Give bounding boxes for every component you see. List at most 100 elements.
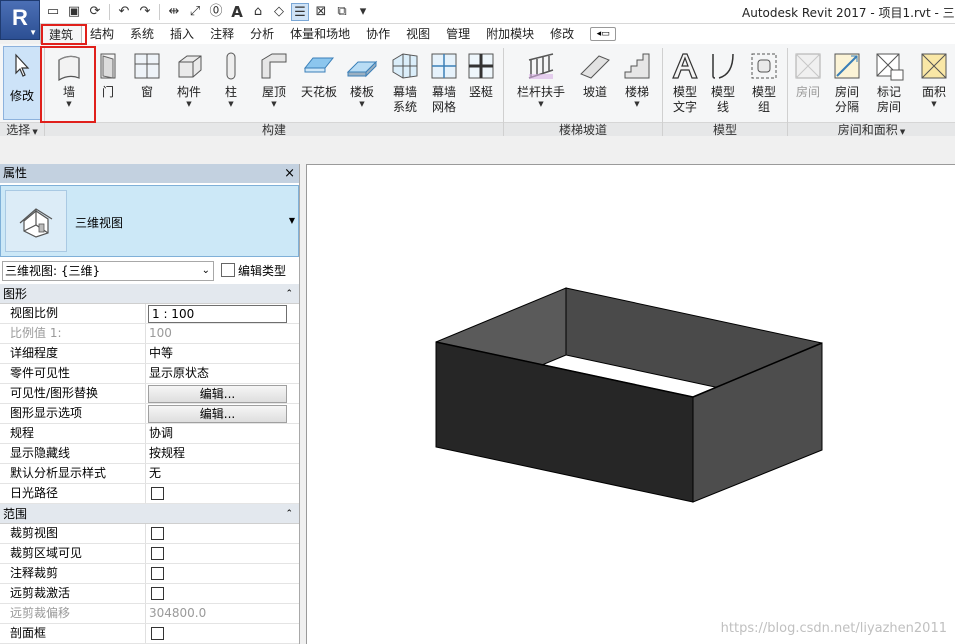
3d-viewport[interactable]: https://blog.csdn.net/liyazhen2011 [306, 164, 955, 644]
window-title: Autodesk Revit 2017 - 项目1.rvt - 三 [742, 6, 955, 20]
group-label: 图形 [3, 287, 28, 301]
property-row: 日光路径 [0, 484, 299, 504]
area-label: 面积 [921, 85, 946, 99]
panel-select[interactable]: 选择 ▼ [0, 122, 44, 137]
stair-label: 楼梯 [624, 85, 649, 99]
property-value[interactable]: 按规程 [146, 444, 299, 463]
property-name: 规程 [0, 424, 146, 443]
undo-icon[interactable]: ↶ [115, 3, 133, 21]
customize-icon[interactable]: ▾ [354, 3, 372, 21]
view-scale-input[interactable]: 1 : 100 [148, 305, 287, 323]
area-tool[interactable]: 面积 ▼ [914, 46, 954, 122]
sun-path-checkbox[interactable] [151, 487, 164, 500]
roof-tool[interactable]: 屋顶 ▼ [254, 46, 294, 122]
application-menu-button[interactable]: R ▼ [0, 0, 40, 40]
tag-room-tool[interactable]: 标记 房间 [870, 46, 908, 122]
property-value[interactable]: 协调 [146, 424, 299, 443]
model-line-tool[interactable]: 模型 线 [704, 46, 742, 122]
tab-manage[interactable]: 管理 [438, 24, 478, 44]
save-icon[interactable]: ▣ [65, 3, 83, 21]
property-row: 详细程度 中等 [0, 344, 299, 364]
property-name: 日光路径 [0, 484, 146, 503]
tab-insert[interactable]: 插入 [162, 24, 202, 44]
property-value[interactable]: 显示原状态 [146, 364, 299, 383]
curtain-system-icon [392, 53, 418, 79]
door-tool[interactable]: 门 [92, 46, 124, 122]
panel-model: 模型 [663, 122, 787, 137]
section-box-checkbox[interactable] [151, 627, 164, 640]
open-icon[interactable]: ▭ [44, 3, 62, 21]
dimension-icon[interactable]: ⤢ [186, 3, 204, 21]
tag-icon[interactable]: ⓪ [207, 3, 225, 21]
model-text-icon [672, 53, 698, 79]
type-selector[interactable]: 三维视图 ▼ [0, 185, 299, 257]
edit-type-icon [221, 263, 235, 277]
property-row: 比例值 1: 100 [0, 324, 299, 344]
ribbon-minimize-toggle[interactable]: ◂▭ [590, 27, 617, 41]
tab-massing-site[interactable]: 体量和场地 [282, 24, 358, 44]
tab-systems[interactable]: 系统 [122, 24, 162, 44]
view-instance-dropdown[interactable]: 三维视图: {三维} ⌄ [2, 261, 214, 281]
window-tool[interactable]: 窗 [128, 46, 166, 122]
ramp-tool[interactable]: 坡道 [576, 46, 614, 122]
properties-header: 属性 × [0, 164, 299, 183]
column-tool[interactable]: 柱 ▼ [214, 46, 248, 122]
switch-windows-icon[interactable]: ⧉ [333, 3, 351, 21]
crop-view-checkbox[interactable] [151, 527, 164, 540]
collapse-icon[interactable]: ⌃ [285, 284, 293, 304]
room-separator-tool[interactable]: 房间 分隔 [828, 46, 866, 122]
tab-view[interactable]: 视图 [398, 24, 438, 44]
tab-modify[interactable]: 修改 [542, 24, 582, 44]
graphic-display-edit-button[interactable]: 编辑... [148, 405, 287, 423]
redo-icon[interactable]: ↷ [136, 3, 154, 21]
properties-title: 属性 [3, 166, 28, 180]
3d-box-model[interactable] [307, 165, 955, 644]
room-tool[interactable]: 房间 [790, 46, 826, 122]
property-name: 显示隐藏线 [0, 444, 146, 463]
toolbar-divider [159, 4, 160, 20]
chevron-down-icon[interactable]: ▼ [289, 216, 295, 225]
component-tool[interactable]: 构件 ▼ [170, 46, 208, 122]
property-name: 裁剪视图 [0, 524, 146, 543]
tab-collaborate[interactable]: 协作 [358, 24, 398, 44]
group-graphics[interactable]: 图形 ⌃ [0, 284, 299, 304]
roof-label: 屋顶 [261, 85, 286, 99]
collapse-icon[interactable]: ⌃ [285, 504, 293, 524]
3d-view-icon[interactable]: ⌂ [249, 3, 267, 21]
cursor-arrow-icon [15, 53, 30, 77]
measure-icon[interactable]: ⇹ [165, 3, 183, 21]
tab-analyze[interactable]: 分析 [242, 24, 282, 44]
curtain-system-tool[interactable]: 幕墙 系统 [386, 46, 424, 122]
tab-structure[interactable]: 结构 [82, 24, 122, 44]
model-group-tool[interactable]: 模型 组 [744, 46, 784, 122]
column-icon [226, 52, 236, 80]
mullion-tool[interactable]: 竖梃 [464, 46, 498, 122]
floor-tool[interactable]: 楼板 ▼ [344, 46, 380, 122]
railing-tool[interactable]: 栏杆扶手 ▼ [512, 46, 570, 122]
property-value[interactable]: 中等 [146, 344, 299, 363]
edit-type-button[interactable]: 编辑类型 [221, 262, 286, 280]
annotation-crop-checkbox[interactable] [151, 567, 164, 580]
tab-annotate[interactable]: 注释 [202, 24, 242, 44]
close-hidden-icon[interactable]: ⊠ [312, 3, 330, 21]
far-clip-active-checkbox[interactable] [151, 587, 164, 600]
curtain-grid-tool[interactable]: 幕墙 网格 [426, 46, 462, 122]
panel-room-area[interactable]: 房间和面积 ▼ [788, 122, 955, 137]
section-icon[interactable]: ◇ [270, 3, 288, 21]
visibility-graphics-edit-button[interactable]: 编辑... [148, 385, 287, 403]
ramp-icon [580, 55, 610, 79]
tab-add-ins[interactable]: 附加模块 [478, 24, 542, 44]
ceiling-tool[interactable]: 天花板 [298, 46, 340, 122]
sync-icon[interactable]: ⟳ [86, 3, 104, 21]
modify-button[interactable]: 修改 [3, 46, 41, 120]
text-icon[interactable]: A [228, 3, 246, 21]
model-text-tool[interactable]: 模型 文字 [666, 46, 704, 122]
stair-tool[interactable]: 楼梯 ▼ [618, 46, 656, 122]
close-icon[interactable]: × [284, 164, 295, 183]
group-extents[interactable]: 范围 ⌃ [0, 504, 299, 524]
window-label: 窗 [140, 85, 153, 99]
thin-lines-icon[interactable]: ☰ [291, 3, 309, 21]
property-value[interactable]: 无 [146, 464, 299, 483]
crop-region-visible-checkbox[interactable] [151, 547, 164, 560]
property-name: 比例值 1: [0, 324, 146, 343]
